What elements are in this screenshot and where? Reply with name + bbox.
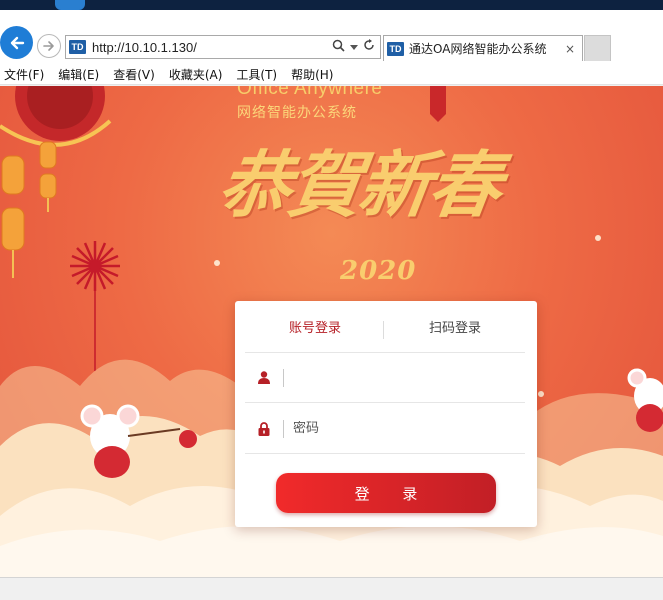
greeting-year: 2020 <box>340 256 417 286</box>
menu-file[interactable]: 文件(F) <box>4 66 44 83</box>
address-bar[interactable]: TD http://10.10.1.130/ <box>65 35 381 59</box>
menu-view[interactable]: 查看(V) <box>113 66 155 83</box>
arrow-left-icon <box>10 36 24 49</box>
address-url[interactable]: http://10.10.1.130/ <box>92 40 332 55</box>
browser-tab[interactable]: TD 通达OA网络智能办公系统 × <box>383 35 583 61</box>
window-top-strip <box>0 0 663 10</box>
password-input[interactable] <box>293 421 525 436</box>
field-divider <box>283 368 284 387</box>
username-field <box>245 353 525 403</box>
brand-title-en: Office Anywhere <box>237 86 383 99</box>
close-icon[interactable]: × <box>562 42 578 56</box>
search-icon[interactable] <box>332 39 345 56</box>
new-tab-button[interactable] <box>584 35 611 61</box>
forward-button[interactable] <box>37 34 61 58</box>
status-bar <box>0 577 663 600</box>
field-divider <box>283 419 284 438</box>
login-page: Office Anywhere 网络智能办公系统 恭賀新春 2020 账号登录 … <box>0 86 663 577</box>
login-card: 账号登录 扫码登录 登 录 <box>235 301 537 527</box>
user-icon <box>245 371 283 384</box>
refresh-icon[interactable] <box>363 39 375 55</box>
site-favicon: TD <box>69 40 86 54</box>
app-logo <box>55 0 85 10</box>
username-input[interactable] <box>293 370 525 385</box>
arrow-right-icon <box>43 41 54 51</box>
tab-divider <box>383 321 384 339</box>
login-button[interactable]: 登 录 <box>276 473 496 513</box>
tab-qrcode-login[interactable]: 扫码登录 <box>385 301 525 352</box>
tab-favicon: TD <box>387 41 404 56</box>
password-field <box>245 404 525 454</box>
login-tabs: 账号登录 扫码登录 <box>245 301 525 353</box>
tab-title: 通达OA网络智能办公系统 <box>409 42 547 56</box>
back-button[interactable] <box>0 26 33 59</box>
tab-account-login[interactable]: 账号登录 <box>245 301 385 352</box>
menu-help[interactable]: 帮助(H) <box>291 66 333 83</box>
brand-title-cn: 网络智能办公系统 <box>237 105 357 121</box>
new-year-greeting: 恭賀新春 <box>213 142 506 227</box>
menu-edit[interactable]: 编辑(E) <box>58 66 99 83</box>
menu-favorites[interactable]: 收藏夹(A) <box>169 66 223 83</box>
menu-tools[interactable]: 工具(T) <box>236 66 277 83</box>
menu-bar: 文件(F) 编辑(E) 查看(V) 收藏夹(A) 工具(T) 帮助(H) <box>0 65 663 85</box>
lock-icon <box>245 421 283 436</box>
chevron-down-icon[interactable] <box>350 40 358 55</box>
